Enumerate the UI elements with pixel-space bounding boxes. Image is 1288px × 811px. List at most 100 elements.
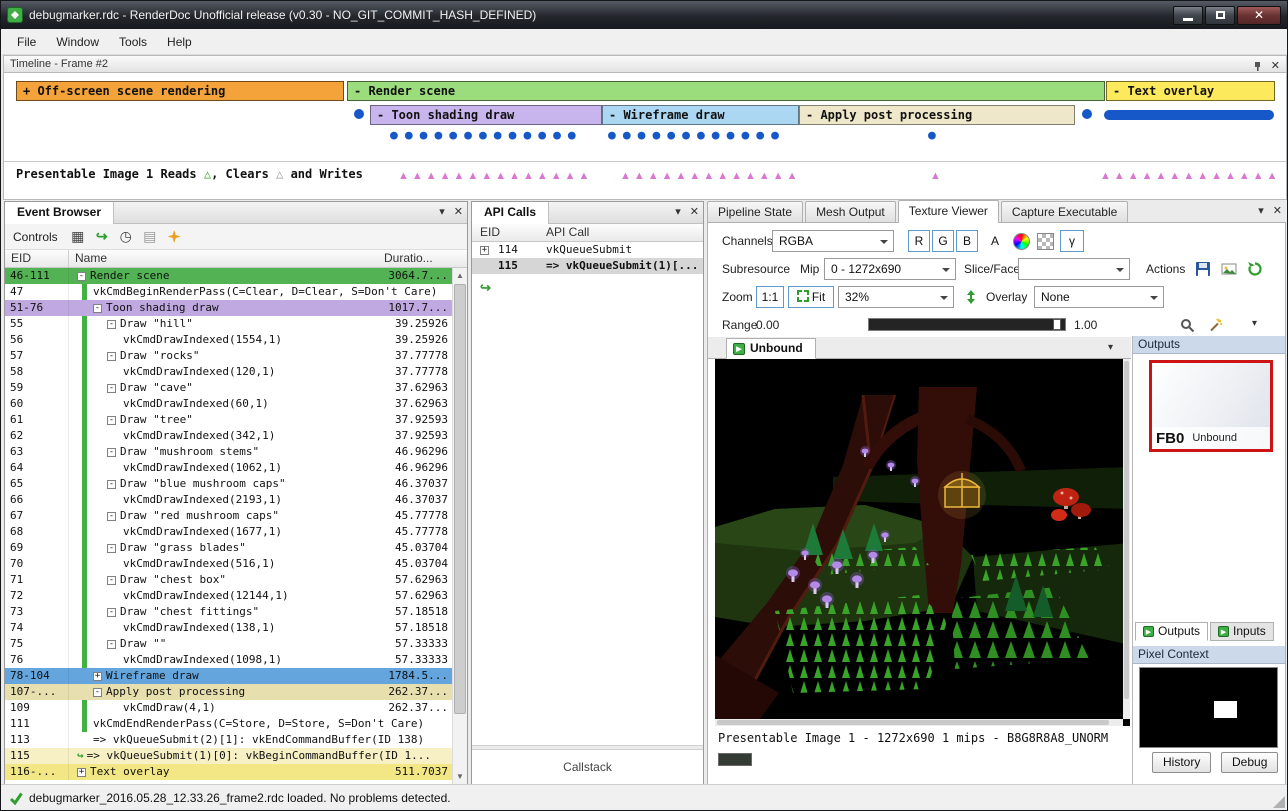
scroll-down-icon[interactable]: ▼ <box>453 769 467 784</box>
event-row[interactable]: 62 vkCmdDrawIndexed(342,1) 37.92593 <box>5 428 452 444</box>
expander-icon[interactable]: + <box>77 768 86 777</box>
api-calls-tab[interactable]: API Calls <box>472 202 549 224</box>
autofit-wand-icon[interactable] <box>1204 314 1226 336</box>
event-row[interactable]: 107-... -Apply post processing 262.37... <box>5 684 452 700</box>
viewport-vertical-scrollbar[interactable] <box>1123 359 1130 719</box>
event-row[interactable]: 59 -Draw "cave" 37.62963 <box>5 380 452 396</box>
menu-item[interactable]: Help <box>157 31 202 53</box>
event-row[interactable]: 51-76 -Toon shading draw 1017.7... <box>5 300 452 316</box>
event-browser-scrollbar[interactable]: ▲ ▼ <box>452 268 467 784</box>
zoom-fit-button[interactable]: Fit <box>788 286 834 308</box>
event-row[interactable]: 61 -Draw "tree" 37.92593 <box>5 412 452 428</box>
event-row[interactable]: 47 vkCmdBeginRenderPass(C=Clear, D=Clear… <box>5 284 452 300</box>
expander-icon[interactable]: - <box>107 320 116 329</box>
texture-tab-unbound[interactable]: ▶ Unbound <box>726 338 816 359</box>
event-row[interactable]: 67 -Draw "red mushroom caps" 45.77778 <box>5 508 452 524</box>
expander-icon[interactable]: + <box>480 246 489 255</box>
expander-icon[interactable]: - <box>93 688 102 697</box>
timeline-bar-offscreen[interactable]: + Off-screen scene rendering <box>16 81 344 101</box>
timeline-header[interactable]: Timeline - Frame #2 ✕ <box>3 55 1287 73</box>
column-eid[interactable]: EID <box>480 224 500 241</box>
event-row[interactable]: 66 vkCmdDrawIndexed(2193,1) 46.37037 <box>5 492 452 508</box>
range-slider-handle[interactable] <box>1053 319 1061 330</box>
channel-alpha-toggle[interactable]: A <box>984 230 1006 252</box>
channel-green-toggle[interactable]: G <box>932 230 954 252</box>
expander-icon[interactable]: - <box>77 272 86 281</box>
fb0-thumbnail[interactable]: FB0 Unbound <box>1149 360 1273 452</box>
writes-triangle-group[interactable]: ▲▲▲▲▲▲▲▲▲▲▲▲▲ <box>620 170 801 182</box>
timeline-bar-toon-shading[interactable]: - Toon shading draw <box>370 105 602 125</box>
event-row[interactable]: 63 -Draw "mushroom stems" 46.96296 <box>5 444 452 460</box>
expander-icon[interactable]: - <box>107 640 116 649</box>
column-eid[interactable]: EID <box>5 250 69 267</box>
bookmark-icon[interactable] <box>168 230 181 243</box>
menu-item[interactable]: Window <box>46 31 109 53</box>
writes-triangle-group[interactable]: ▲ <box>930 170 944 182</box>
event-row[interactable]: 73 -Draw "chest fittings" 57.18518 <box>5 604 452 620</box>
maximize-button[interactable] <box>1205 6 1235 25</box>
pin-icon[interactable] <box>1252 61 1263 72</box>
timeline-draw-dot[interactable] <box>354 109 364 119</box>
tab-inputs[interactable]: ▶ Inputs <box>1210 622 1274 641</box>
checkerboard-background-icon[interactable] <box>1034 230 1056 252</box>
texture-image[interactable] <box>715 359 1130 726</box>
event-row[interactable]: 111 vkCmdEndRenderPass(C=Store, D=Store,… <box>5 716 452 732</box>
panel-close-icon[interactable]: ✕ <box>690 206 699 218</box>
expander-icon[interactable]: - <box>107 416 116 425</box>
history-button[interactable]: History <box>1152 752 1211 773</box>
timeline-dots-wireframe[interactable]: ●●●●●●●●●●●● <box>608 128 786 143</box>
event-row[interactable]: 72 vkCmdDrawIndexed(12144,1) 57.62963 <box>5 588 452 604</box>
event-row[interactable]: 57 -Draw "rocks" 37.77778 <box>5 348 452 364</box>
title-bar[interactable]: debugmarker.rdc - RenderDoc Unofficial r… <box>1 1 1287 29</box>
channel-blue-toggle[interactable]: B <box>956 230 978 252</box>
panel-menu-icon[interactable]: ▾ <box>675 206 681 218</box>
panel-menu-icon[interactable]: ▾ <box>1258 205 1264 217</box>
event-row[interactable]: 60 vkCmdDrawIndexed(60,1) 37.62963 <box>5 396 452 412</box>
event-row[interactable]: 55 -Draw "hill" 39.25926 <box>5 316 452 332</box>
column-api-call[interactable]: API Call <box>546 224 589 241</box>
zoom-range-icon[interactable] <box>1176 314 1198 336</box>
timeline-bar-render-scene[interactable]: - Render scene <box>347 81 1105 101</box>
writes-triangle-group[interactable]: ▲▲▲▲▲▲▲▲▲▲▲▲▲▲ <box>398 170 592 182</box>
event-row[interactable]: 116-... +Text overlay 511.7037 <box>5 764 452 780</box>
timeline-bar-text-overlay[interactable]: - Text overlay <box>1106 81 1275 101</box>
column-name[interactable]: Name <box>75 250 107 267</box>
expander-icon[interactable]: - <box>107 352 116 361</box>
pixel-context-view[interactable] <box>1139 667 1278 748</box>
column-duration[interactable]: Duratio... <box>384 250 433 267</box>
event-row[interactable]: 65 -Draw "blue mushroom caps" 46.37037 <box>5 476 452 492</box>
expander-icon[interactable]: - <box>107 544 116 553</box>
expander-icon[interactable]: - <box>93 304 102 313</box>
event-row[interactable]: 115 ↪=> vkQueueSubmit(1)[0]: vkBeginComm… <box>5 748 452 764</box>
expander-icon[interactable]: - <box>107 384 116 393</box>
resize-grip[interactable] <box>1273 796 1285 808</box>
expander-icon[interactable]: + <box>93 672 102 681</box>
texture-viewport[interactable] <box>715 359 1130 726</box>
overflow-chevron-icon[interactable]: ▾ <box>1252 318 1257 329</box>
color-wheel-icon[interactable] <box>1010 230 1032 252</box>
timeline-browse-icon[interactable]: ▦ <box>68 228 88 245</box>
open-texture-list-icon[interactable] <box>1218 258 1240 280</box>
event-row[interactable]: 76 vkCmdDrawIndexed(1098,1) 57.33333 <box>5 652 452 668</box>
minimize-button[interactable] <box>1173 6 1203 25</box>
timeline-close-icon[interactable]: ✕ <box>1271 58 1280 74</box>
timeline-text-overlay-pill[interactable] <box>1104 110 1274 120</box>
channel-red-toggle[interactable]: R <box>908 230 930 252</box>
callstack-splitter[interactable] <box>472 745 703 750</box>
statistics-icon[interactable]: ▤ <box>140 228 160 245</box>
event-row[interactable]: 56 vkCmdDrawIndexed(1554,1) 39.25926 <box>5 332 452 348</box>
event-row[interactable]: 64 vkCmdDrawIndexed(1062,1) 46.96296 <box>5 460 452 476</box>
event-row[interactable]: 46-111 -Render scene 3064.7... <box>5 268 452 284</box>
event-row[interactable]: 58 vkCmdDrawIndexed(120,1) 37.77778 <box>5 364 452 380</box>
expander-icon[interactable]: - <box>107 512 116 521</box>
slice-face-select[interactable] <box>1018 258 1130 280</box>
scrollbar-thumb[interactable] <box>454 284 466 714</box>
panel-close-icon[interactable]: ✕ <box>454 206 463 218</box>
refresh-icon[interactable] <box>1244 258 1266 280</box>
timeline-dots-post[interactable]: ● <box>928 128 943 143</box>
debug-button[interactable]: Debug <box>1221 752 1278 773</box>
timeline-bar-wireframe[interactable]: - Wireframe draw <box>602 105 799 125</box>
timeline-body[interactable]: + Off-screen scene rendering - Render sc… <box>3 73 1287 200</box>
panel-tab[interactable]: Capture Executable <box>1001 201 1128 223</box>
zoom-level-combo[interactable]: 32% <box>838 286 954 308</box>
